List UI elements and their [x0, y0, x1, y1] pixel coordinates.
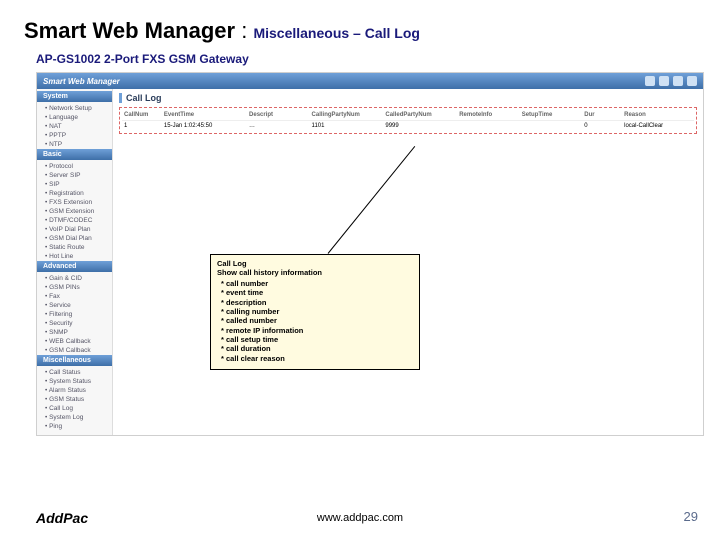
callout-item: remote IP information: [221, 326, 413, 335]
footer-url: www.addpac.com: [0, 512, 720, 524]
sidebar-item[interactable]: • GSM Dial Plan: [37, 234, 112, 243]
table-header-cell: Descript: [247, 110, 308, 120]
sidebar-section-head[interactable]: Advanced: [37, 261, 112, 272]
sidebar-item[interactable]: • Fax: [37, 292, 112, 301]
sidebar-item[interactable]: • NTP: [37, 140, 112, 149]
table-header-cell: CalledPartyNum: [383, 110, 455, 120]
sidebar-item[interactable]: • DTMF/CODEC: [37, 216, 112, 225]
slide-subtitle: AP-GS1002 2-Port FXS GSM Gateway: [0, 46, 720, 70]
callout-title: Call Log: [217, 259, 413, 268]
slide-title-main: Smart Web Manager: [24, 18, 235, 43]
footer-page-number: 29: [684, 509, 698, 524]
callout-item: description: [221, 298, 413, 307]
sidebar-item[interactable]: • Static Route: [37, 243, 112, 252]
callout-item: event time: [221, 288, 413, 297]
sidebar-item[interactable]: • GSM Callback: [37, 346, 112, 355]
callout-subtitle: Show call history information: [217, 268, 413, 277]
table-header-cell: CallingPartyNum: [310, 110, 382, 120]
sidebar-item[interactable]: • Protocol: [37, 162, 112, 171]
callout-item: call duration: [221, 344, 413, 353]
sidebar-item[interactable]: • NAT: [37, 122, 112, 131]
sidebar-item[interactable]: • WEB Callback: [37, 337, 112, 346]
sidebar-item[interactable]: • GSM Status: [37, 395, 112, 404]
sidebar: System • Network Setup• Language• NAT• PP…: [37, 89, 113, 435]
callout-item: call number: [221, 279, 413, 288]
save-icon[interactable]: [673, 76, 683, 86]
table-header-cell: SetupTime: [520, 110, 581, 120]
callout-item: calling number: [221, 307, 413, 316]
table-header-cell: EventTime: [162, 110, 245, 120]
table-cell: [520, 121, 581, 131]
sidebar-section-head[interactable]: Basic: [37, 149, 112, 160]
sidebar-item[interactable]: • System Status: [37, 377, 112, 386]
sidebar-item[interactable]: • GSM Extension: [37, 207, 112, 216]
sidebar-item[interactable]: • Service: [37, 301, 112, 310]
callout-item: called number: [221, 316, 413, 325]
sidebar-section-head[interactable]: Miscellaneous: [37, 355, 112, 366]
table-cell: …: [247, 121, 308, 131]
slide-title-sep: :: [235, 18, 253, 43]
callout-item: call clear reason: [221, 354, 413, 363]
callout-item: call setup time: [221, 335, 413, 344]
sidebar-item[interactable]: • Alarm Status: [37, 386, 112, 395]
sidebar-item[interactable]: • PPTP: [37, 131, 112, 140]
callout-box: Call Log Show call history information c…: [210, 254, 420, 370]
callout-list: call numberevent timedescriptioncalling …: [217, 279, 413, 363]
sidebar-item[interactable]: • Language: [37, 113, 112, 122]
table-cell: local-CallClear: [622, 121, 694, 131]
table-cell: 15-Jan 1:02:45:50: [162, 121, 245, 131]
sidebar-item[interactable]: • Network Setup: [37, 104, 112, 113]
sidebar-item[interactable]: • Ping: [37, 422, 112, 431]
table-cell: 9999: [383, 121, 455, 131]
screen-icon[interactable]: [687, 76, 697, 86]
sidebar-item[interactable]: • System Log: [37, 413, 112, 422]
table-header-cell: Dur: [582, 110, 620, 120]
table-cell: [457, 121, 518, 131]
table-header-cell: CallNum: [122, 110, 160, 120]
slide-title-crumb: Miscellaneous – Call Log: [253, 25, 420, 41]
sidebar-item[interactable]: • SNMP: [37, 328, 112, 337]
sidebar-item[interactable]: • GSM PINs: [37, 283, 112, 292]
table-header-row: CallNumEventTimeDescriptCallingPartyNumC…: [122, 110, 694, 121]
table-cell: 1101: [310, 121, 382, 131]
sidebar-item[interactable]: • Call Status: [37, 368, 112, 377]
sidebar-item[interactable]: • Filtering: [37, 310, 112, 319]
sidebar-item[interactable]: • FXS Extension: [37, 198, 112, 207]
table-cell: 0: [582, 121, 620, 131]
slide-title: Smart Web Manager : Miscellaneous – Call…: [0, 0, 720, 46]
app-header: Smart Web Manager: [37, 73, 703, 89]
sidebar-section-head[interactable]: System: [37, 91, 112, 102]
sidebar-item[interactable]: • Registration: [37, 189, 112, 198]
header-icons: [645, 76, 697, 86]
table-header-cell: Reason: [622, 110, 694, 120]
table-header-cell: RemoteInfo: [457, 110, 518, 120]
sidebar-item[interactable]: • Call Log: [37, 404, 112, 413]
sidebar-item[interactable]: • Server SIP: [37, 171, 112, 180]
sidebar-item[interactable]: • Hot Line: [37, 252, 112, 261]
call-log-table: CallNumEventTimeDescriptCallingPartyNumC…: [119, 107, 697, 134]
monitor-icon[interactable]: [659, 76, 669, 86]
table-row: 115-Jan 1:02:45:50…11019999 0local-CallCl…: [122, 121, 694, 131]
table-cell: 1: [122, 121, 160, 131]
sidebar-item[interactable]: • VoIP Dial Plan: [37, 225, 112, 234]
sidebar-item[interactable]: • Security: [37, 319, 112, 328]
sidebar-item[interactable]: • Gain & CID: [37, 274, 112, 283]
app-name: Smart Web Manager: [43, 77, 120, 86]
content-title: Call Log: [119, 93, 697, 103]
gear-icon[interactable]: [645, 76, 655, 86]
sidebar-item[interactable]: • SIP: [37, 180, 112, 189]
